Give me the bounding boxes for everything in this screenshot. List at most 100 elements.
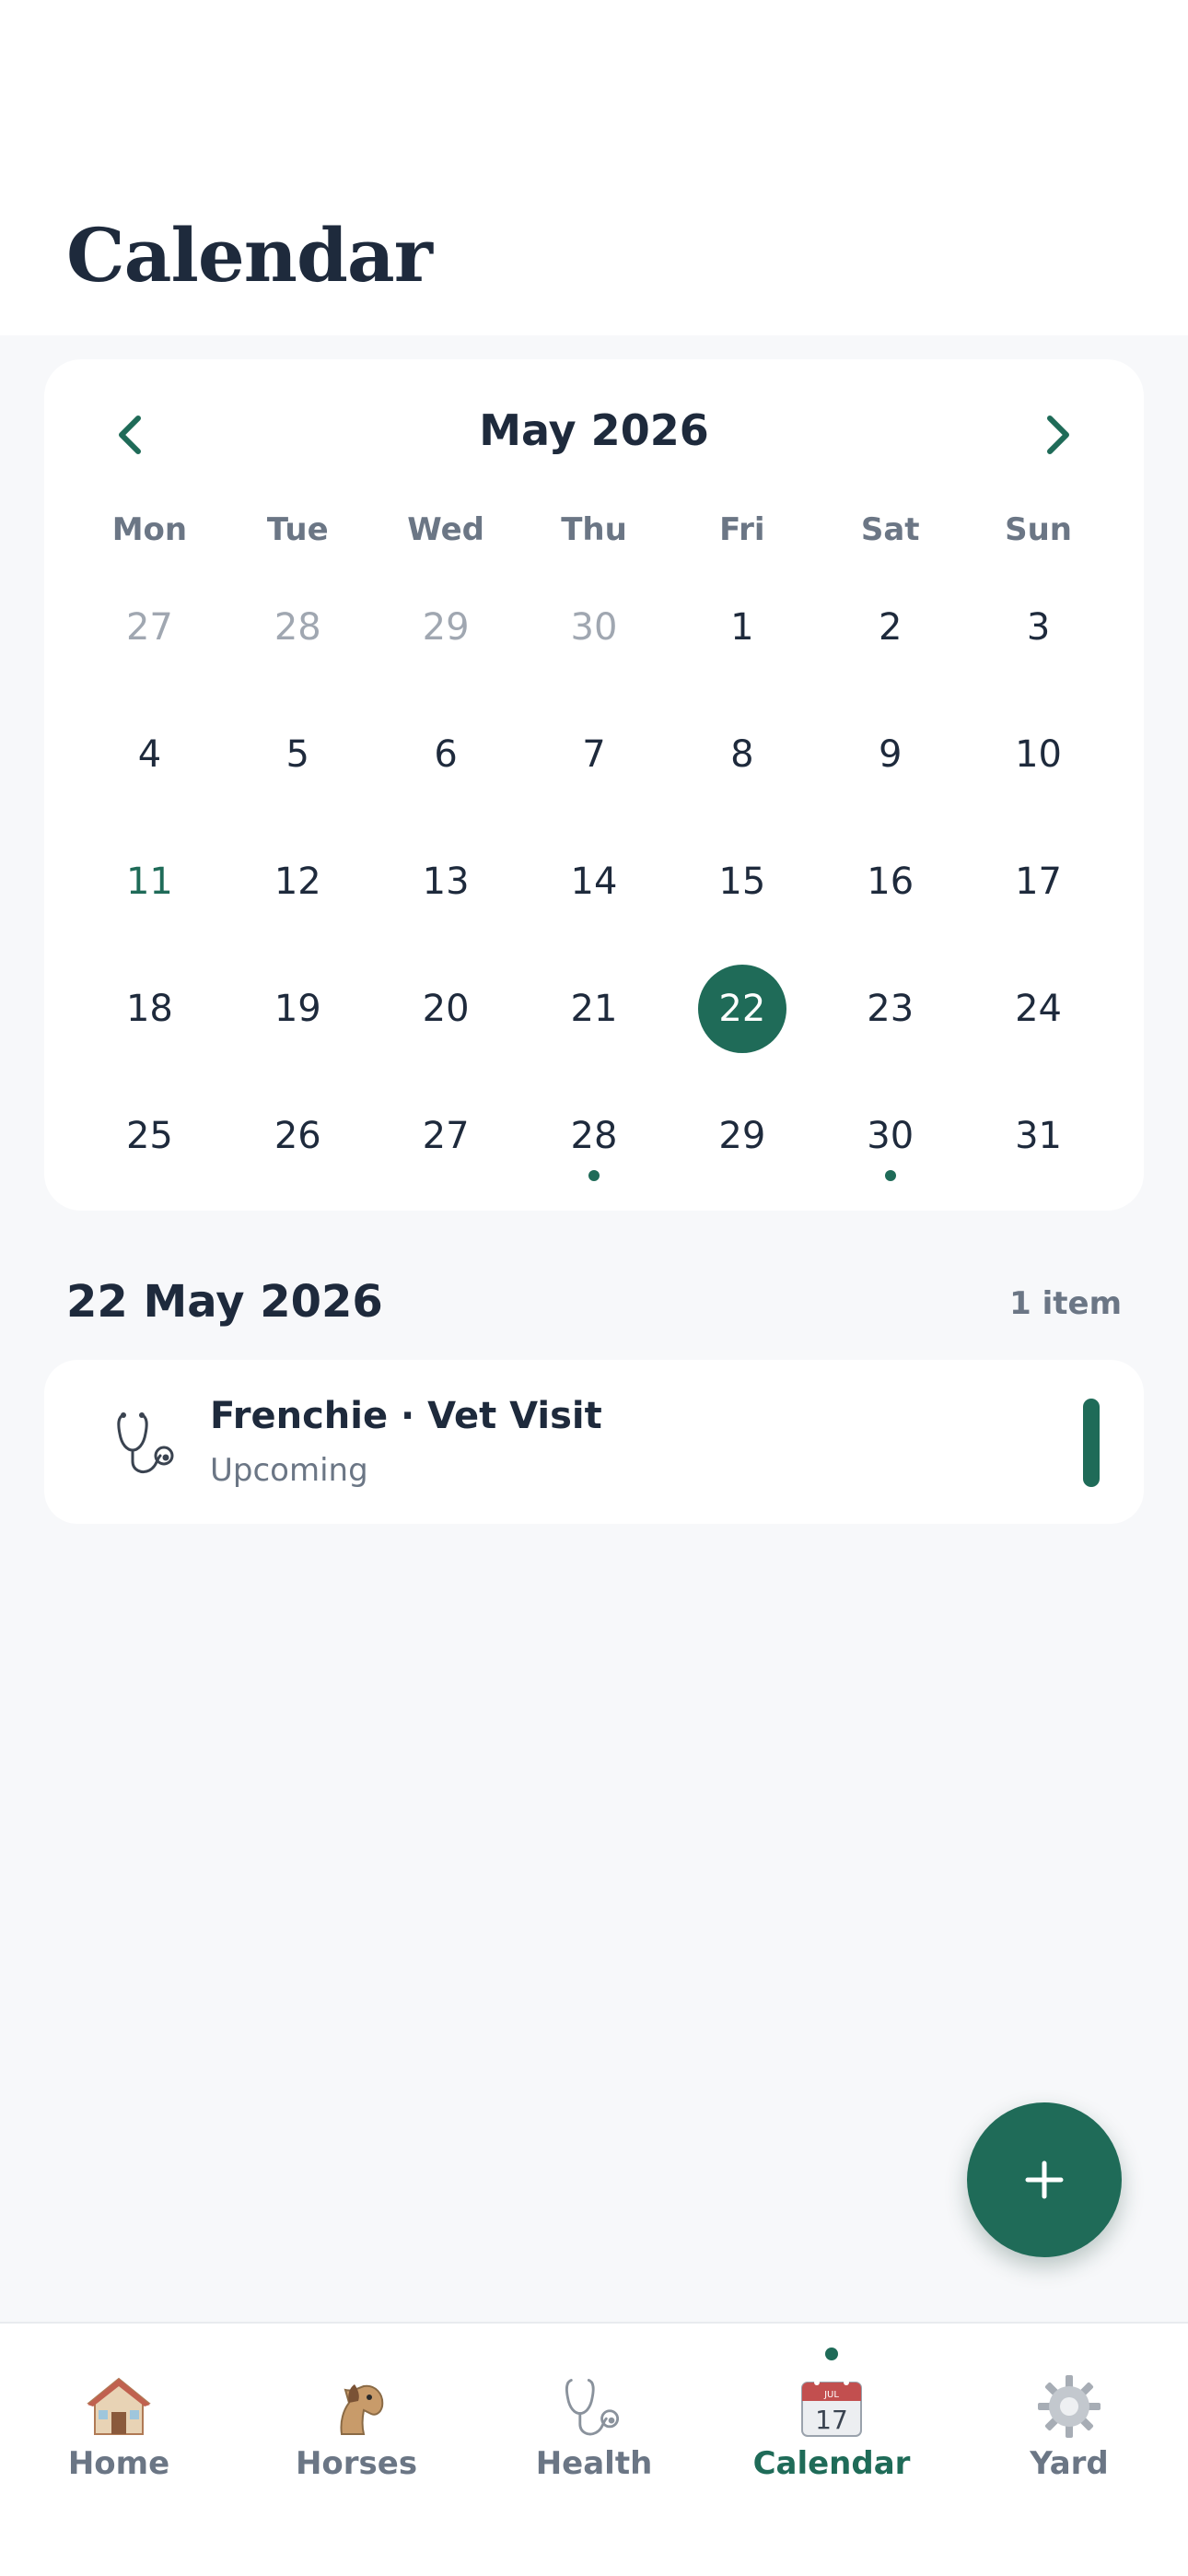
day-number: 22 bbox=[697, 965, 786, 1053]
weekday-label: Fri bbox=[719, 511, 765, 548]
calendar-day[interactable]: 15 bbox=[668, 818, 816, 945]
calendar-day[interactable]: 18 bbox=[76, 945, 224, 1072]
weekday-label: Mon bbox=[111, 511, 188, 548]
calendar-icon: JUL 17 bbox=[801, 2380, 862, 2437]
day-grid: 27 28 29 30 1 2 3 4 5 6 7 8 9 10 11 12 13 14 15 16 17 18 19 20 2… bbox=[44, 564, 1144, 1200]
tab-label: Horses bbox=[295, 2445, 418, 2482]
agenda-header: 22 May 2026 1 item bbox=[66, 1276, 1122, 1341]
day-number: 31 bbox=[1015, 1115, 1063, 1157]
day-number: 5 bbox=[285, 733, 309, 776]
tab-label: Home bbox=[67, 2445, 170, 2482]
calendar-day[interactable]: 14 bbox=[520, 818, 669, 945]
chevron-right-icon bbox=[1047, 416, 1069, 454]
day-number: 3 bbox=[1026, 606, 1051, 649]
calendar-day[interactable]: 2 bbox=[816, 564, 964, 691]
calendar-day[interactable]: 21 bbox=[520, 945, 669, 1072]
calendar-day[interactable]: 28 bbox=[520, 1072, 669, 1200]
calendar-day[interactable]: 8 bbox=[668, 691, 816, 818]
calendar-day[interactable]: 26 bbox=[224, 1072, 372, 1200]
day-number: 11 bbox=[125, 861, 173, 903]
calendar-day[interactable]: 29 bbox=[668, 1072, 816, 1200]
day-number: 29 bbox=[422, 606, 470, 649]
day-number: 25 bbox=[125, 1115, 173, 1157]
day-number: 7 bbox=[582, 733, 606, 776]
day-number: 27 bbox=[125, 606, 173, 649]
calendar-day[interactable]: 7 bbox=[520, 691, 669, 818]
calendar-day[interactable]: 3 bbox=[964, 564, 1112, 691]
month-label: May 2026 bbox=[479, 405, 709, 455]
weekday-label: Thu bbox=[561, 511, 627, 548]
next-month-button[interactable] bbox=[1020, 398, 1094, 472]
day-number: 8 bbox=[730, 733, 754, 776]
weekday-label: Sat bbox=[860, 511, 920, 548]
top-bar: Calendar bbox=[0, 0, 1188, 335]
day-number: 10 bbox=[1015, 733, 1063, 776]
calendar-day[interactable]: 11 bbox=[76, 818, 224, 945]
tab-calendar[interactable]: JUL 17 Calendar bbox=[713, 2324, 950, 2576]
event-title: Frenchie · Vet Visit bbox=[210, 1395, 602, 1437]
day-number: 30 bbox=[867, 1115, 914, 1157]
event-card[interactable]: Frenchie · Vet Visit Upcoming bbox=[44, 1360, 1144, 1524]
horse-icon bbox=[340, 2384, 384, 2435]
calendar-day[interactable]: 4 bbox=[76, 691, 224, 818]
calendar-day[interactable]: 31 bbox=[964, 1072, 1112, 1200]
calendar-day[interactable]: 20 bbox=[372, 945, 520, 1072]
day-number: 2 bbox=[878, 606, 903, 649]
calendar-day-selected[interactable]: 22 bbox=[668, 945, 816, 1072]
calendar-day[interactable]: 27 bbox=[76, 564, 224, 691]
calendar-day[interactable]: 12 bbox=[224, 818, 372, 945]
month-navigation: May 2026 bbox=[44, 359, 1144, 498]
calendar-day[interactable]: 16 bbox=[816, 818, 964, 945]
tab-horses[interactable]: Horses bbox=[238, 2324, 475, 2576]
day-number: 26 bbox=[274, 1115, 321, 1157]
calendar-day[interactable]: 27 bbox=[372, 1072, 520, 1200]
day-number: 4 bbox=[137, 733, 162, 776]
svg-text:17: 17 bbox=[815, 2405, 848, 2435]
day-number: 18 bbox=[125, 988, 173, 1030]
day-number: 28 bbox=[274, 606, 321, 649]
calendar-day[interactable]: 29 bbox=[372, 564, 520, 691]
calendar-day[interactable]: 30 bbox=[520, 564, 669, 691]
tab-label: Yard bbox=[1030, 2445, 1109, 2482]
tab-label: Health bbox=[535, 2445, 653, 2482]
calendar-day[interactable]: 5 bbox=[224, 691, 372, 818]
add-event-button[interactable] bbox=[967, 2102, 1122, 2257]
day-number: 13 bbox=[422, 861, 470, 903]
bottom-tab-bar: Home Horses Health JUL 17 Calendar Yard bbox=[0, 2322, 1188, 2576]
plus-icon bbox=[1025, 2160, 1064, 2199]
calendar-day[interactable]: 28 bbox=[224, 564, 372, 691]
day-number: 21 bbox=[570, 988, 618, 1030]
day-number: 14 bbox=[570, 861, 618, 903]
event-status: Upcoming bbox=[210, 1452, 368, 1489]
calendar-day[interactable]: 25 bbox=[76, 1072, 224, 1200]
tab-home[interactable]: Home bbox=[0, 2324, 238, 2576]
calendar-day[interactable]: 10 bbox=[964, 691, 1112, 818]
gear-icon bbox=[1038, 2375, 1101, 2438]
calendar-day[interactable]: 19 bbox=[224, 945, 372, 1072]
stethoscope-icon bbox=[565, 2379, 620, 2436]
calendar-day[interactable]: 30 bbox=[816, 1072, 964, 1200]
calendar-day[interactable]: 17 bbox=[964, 818, 1112, 945]
weekday-header: Mon Tue Wed Thu Fri Sat Sun bbox=[44, 511, 1144, 567]
event-status-indicator bbox=[1083, 1399, 1100, 1487]
agenda-item-count: 1 item bbox=[1009, 1285, 1122, 1322]
day-number: 23 bbox=[867, 988, 914, 1030]
calendar-day[interactable]: 13 bbox=[372, 818, 520, 945]
house-icon bbox=[87, 2377, 151, 2435]
calendar-day[interactable]: 9 bbox=[816, 691, 964, 818]
calendar-day[interactable]: 24 bbox=[964, 945, 1112, 1072]
weekday-label: Tue bbox=[266, 511, 329, 548]
day-number: 12 bbox=[274, 861, 321, 903]
calendar-day[interactable]: 1 bbox=[668, 564, 816, 691]
tab-yard[interactable]: Yard bbox=[950, 2324, 1188, 2576]
day-number: 24 bbox=[1015, 988, 1063, 1030]
calendar-day[interactable]: 6 bbox=[372, 691, 520, 818]
tab-health[interactable]: Health bbox=[475, 2324, 713, 2576]
day-number: 9 bbox=[878, 733, 903, 776]
weekday-label: Wed bbox=[407, 511, 484, 548]
calendar-day[interactable]: 23 bbox=[816, 945, 964, 1072]
day-number: 17 bbox=[1015, 861, 1063, 903]
day-number: 27 bbox=[422, 1115, 470, 1157]
day-number: 20 bbox=[422, 988, 470, 1030]
event-dot bbox=[588, 1170, 600, 1181]
